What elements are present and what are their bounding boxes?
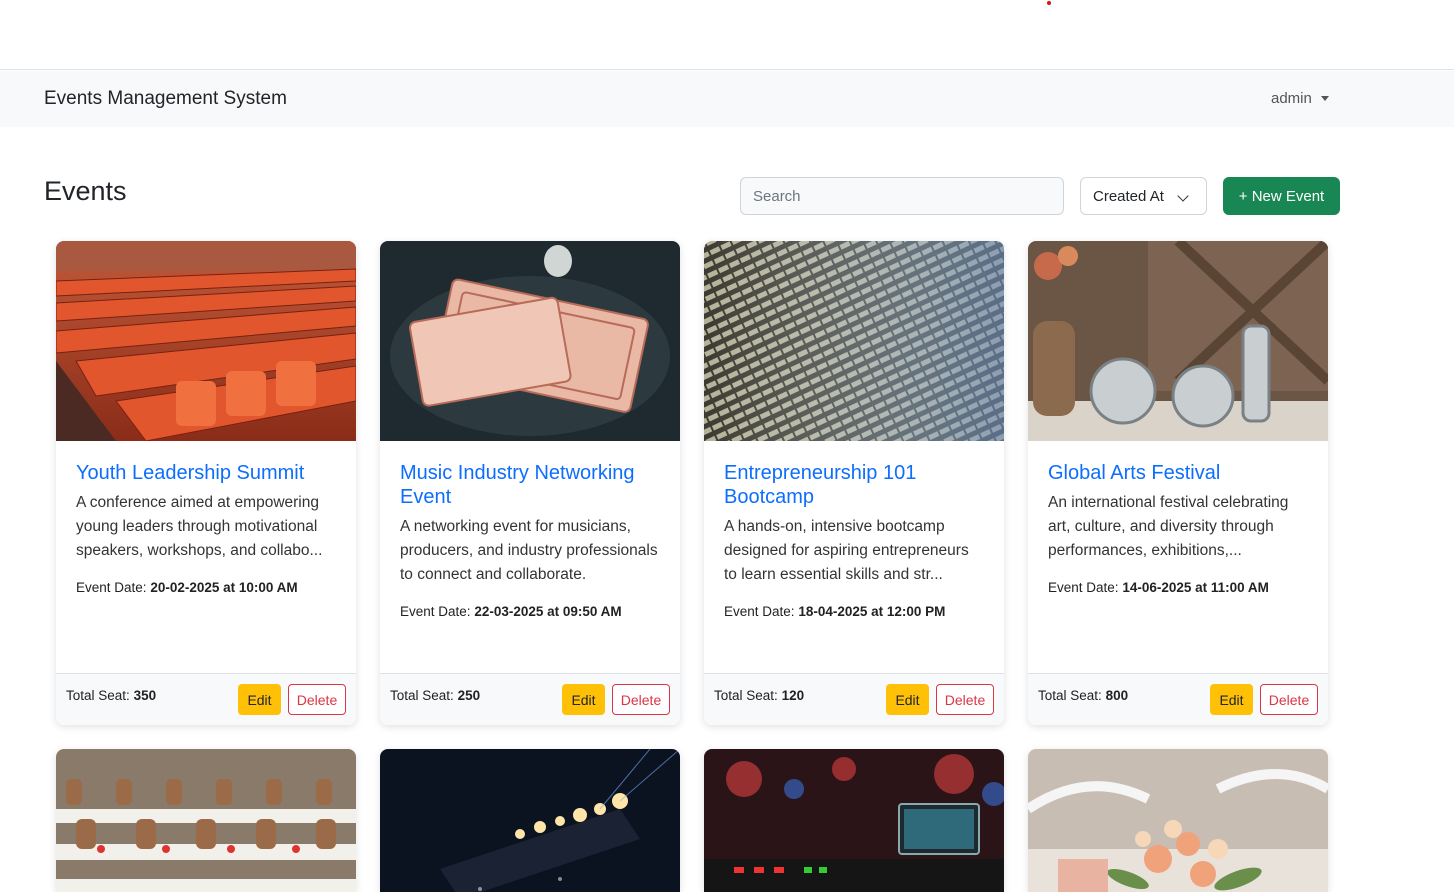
total-seat-value: 350 (133, 688, 157, 703)
total-seat-label: Total Seat: (1038, 688, 1102, 703)
edit-button[interactable]: Edit (1210, 684, 1253, 715)
delete-button[interactable]: Delete (1260, 684, 1318, 715)
event-date-value: 18-04-2025 at 12:00 PM (798, 604, 946, 619)
event-date-label: Event Date: (76, 580, 147, 595)
card-footer: Total Seat: 120 Edit Delete (704, 673, 1004, 725)
event-date: Event Date: 18-04-2025 at 12:00 PM (724, 604, 984, 619)
total-seat-value: 250 (457, 688, 481, 703)
event-description: A conference aimed at empowering young l… (76, 494, 323, 559)
flower-centerpiece-photo (1028, 749, 1328, 892)
event-card (1028, 749, 1328, 892)
edit-button[interactable]: Edit (238, 684, 281, 715)
dj-laptop-photo (704, 749, 1004, 892)
total-seat-label: Total Seat: (66, 688, 130, 703)
total-seats: Total Seat: 800 (1038, 688, 1128, 703)
event-date-value: 14-06-2025 at 11:00 AM (1122, 580, 1269, 595)
top-blank-area (0, 0, 1454, 70)
event-date-value: 22-03-2025 at 09:50 AM (474, 604, 622, 619)
event-card: Global Arts Festival An international fe… (1028, 241, 1328, 725)
event-title[interactable]: Youth Leadership Summit (76, 461, 336, 485)
tickets-photo (380, 241, 680, 441)
navbar: Events Management System admin (0, 71, 1454, 127)
event-card: Youth Leadership Summit A conference aim… (56, 241, 356, 725)
sort-select[interactable]: Created At (1080, 177, 1207, 215)
event-title[interactable]: Music Industry Networking Event (400, 461, 660, 509)
total-seats: Total Seat: 250 (390, 688, 480, 703)
total-seat-label: Total Seat: (390, 688, 454, 703)
event-date-label: Event Date: (1048, 580, 1119, 595)
event-card (56, 749, 356, 892)
event-description: A hands-on, intensive bootcamp designed … (724, 518, 969, 583)
event-title[interactable]: Entrepreneurship 101 Bootcamp (724, 461, 984, 509)
sort-select-value: Created At (1093, 187, 1164, 205)
concert-stage-photo (380, 749, 680, 892)
total-seat-value: 800 (1105, 688, 1129, 703)
arena-seats-photo (704, 241, 1004, 441)
total-seat-value: 120 (781, 688, 805, 703)
total-seat-label: Total Seat: (714, 688, 778, 703)
total-seats: Total Seat: 350 (66, 688, 156, 703)
card-footer: Total Seat: 350 Edit Delete (56, 673, 356, 725)
delete-button[interactable]: Delete (612, 684, 670, 715)
event-card (380, 749, 680, 892)
user-name: admin (1271, 90, 1312, 107)
chevron-down-icon (1177, 190, 1189, 202)
red-dot (1047, 1, 1051, 5)
event-card (704, 749, 1004, 892)
delete-button[interactable]: Delete (288, 684, 346, 715)
new-event-button[interactable]: + New Event (1223, 177, 1340, 215)
card-footer: Total Seat: 250 Edit Delete (380, 673, 680, 725)
total-seats: Total Seat: 120 (714, 688, 804, 703)
user-dropdown[interactable]: admin (1271, 90, 1329, 107)
event-date: Event Date: 14-06-2025 at 11:00 AM (1048, 580, 1308, 595)
event-date: Event Date: 20-02-2025 at 10:00 AM (76, 580, 336, 595)
event-title[interactable]: Global Arts Festival (1048, 461, 1308, 485)
event-description: An international festival celebrating ar… (1048, 494, 1289, 559)
brand-title[interactable]: Events Management System (44, 88, 287, 110)
stadium-seats-photo (56, 241, 356, 441)
event-description: A networking event for musicians, produc… (400, 518, 658, 583)
caret-down-icon (1320, 96, 1329, 101)
banquet-hall-photo (56, 749, 356, 892)
event-date: Event Date: 22-03-2025 at 09:50 AM (400, 604, 660, 619)
delete-button[interactable]: Delete (936, 684, 994, 715)
edit-button[interactable]: Edit (562, 684, 605, 715)
event-card: Music Industry Networking Event A networ… (380, 241, 680, 725)
search-input[interactable] (740, 177, 1064, 215)
page-title: Events (44, 176, 127, 206)
event-date-value: 20-02-2025 at 10:00 AM (150, 580, 298, 595)
card-footer: Total Seat: 800 Edit Delete (1028, 673, 1328, 725)
event-date-label: Event Date: (400, 604, 471, 619)
edit-button[interactable]: Edit (886, 684, 929, 715)
eat-sign-photo (1028, 241, 1328, 441)
event-card: Entrepreneurship 101 Bootcamp A hands-on… (704, 241, 1004, 725)
event-date-label: Event Date: (724, 604, 795, 619)
